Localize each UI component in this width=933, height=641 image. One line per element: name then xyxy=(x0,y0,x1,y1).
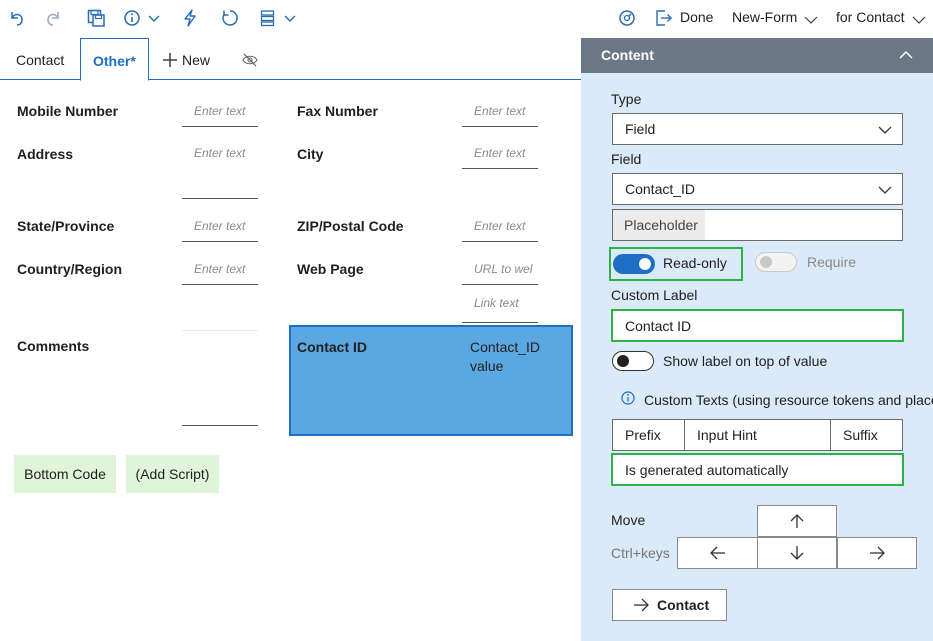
selected-field-label: Contact ID xyxy=(297,339,367,355)
ctrl-keys-label: Ctrl+keys xyxy=(611,545,670,561)
exit-icon[interactable] xyxy=(655,8,673,28)
save-icon[interactable] xyxy=(87,8,105,28)
city-input[interactable]: Enter text xyxy=(462,145,538,169)
field-label-fax-number: Fax Number xyxy=(297,103,378,119)
web-page-url-input[interactable]: URL to wel xyxy=(462,261,538,285)
redo-icon[interactable] xyxy=(46,8,62,28)
goto-contact-button[interactable]: Contact xyxy=(612,589,727,621)
type-select[interactable]: Field xyxy=(612,113,903,145)
placeholder-input[interactable] xyxy=(705,210,902,240)
prefix-input[interactable]: Prefix xyxy=(612,419,685,451)
gauge-icon[interactable] xyxy=(618,8,636,28)
selected-field-value-line2: value xyxy=(470,358,504,374)
fax-number-input[interactable]: Enter text xyxy=(462,103,538,127)
field-select[interactable]: Contact_ID xyxy=(612,173,903,205)
chevron-down-icon xyxy=(804,10,818,30)
plus-icon[interactable] xyxy=(163,53,177,67)
arrow-up-icon xyxy=(790,514,804,528)
selected-field-value-line1: Contact_ID xyxy=(470,339,541,355)
zip-postal-code-input[interactable]: Enter text xyxy=(462,218,538,242)
chevron-down-icon xyxy=(912,10,926,30)
placeholder-row: Placeholder xyxy=(612,209,903,241)
type-label: Type xyxy=(611,91,642,107)
info-icon xyxy=(621,391,635,405)
country-region-input[interactable]: Enter text xyxy=(182,261,258,285)
field-label-country-region: Country/Region xyxy=(17,261,122,277)
chevron-down-icon xyxy=(878,185,892,195)
arrow-left-icon xyxy=(709,546,725,560)
field-label-city: City xyxy=(297,146,324,162)
field-label-address: Address xyxy=(17,146,74,162)
require-toggle[interactable] xyxy=(755,252,797,272)
readonly-toggle[interactable] xyxy=(613,254,655,274)
tab-new[interactable]: New xyxy=(182,38,210,80)
lightning-icon[interactable] xyxy=(182,8,198,28)
readonly-label: Read-only xyxy=(663,255,727,271)
bottom-code-button[interactable]: Bottom Code xyxy=(14,455,116,493)
field-label: Field xyxy=(611,151,642,167)
show-label-top-toggle[interactable] xyxy=(612,351,654,371)
address-input[interactable]: Enter text xyxy=(182,145,258,199)
field-select-value: Contact_ID xyxy=(625,181,696,197)
field-label-mobile-number: Mobile Number xyxy=(17,103,119,119)
tab-other[interactable]: Other* xyxy=(80,38,149,81)
toggle-knob xyxy=(760,256,772,268)
toggle-knob xyxy=(639,258,651,270)
suffix-input[interactable]: Suffix xyxy=(830,419,903,451)
selected-field-contact-id[interactable]: Contact ID Contact_ID value xyxy=(289,325,573,436)
state-province-input[interactable]: Enter text xyxy=(182,218,258,242)
move-label: Move xyxy=(611,512,646,528)
chevron-down-icon xyxy=(878,125,892,135)
target-dropdown[interactable]: for Contact xyxy=(836,9,904,25)
comments-textarea[interactable] xyxy=(182,330,258,426)
hidden-eye-icon[interactable] xyxy=(242,53,258,67)
content-panel: Content Type Field Field Contact_ID Plac… xyxy=(581,38,933,641)
mobile-number-input[interactable]: Enter text xyxy=(182,103,258,127)
toggle-knob xyxy=(617,355,629,367)
toolbar: Done New-Form for Contact xyxy=(0,0,933,38)
done-button[interactable]: Done xyxy=(680,9,713,25)
require-label: Require xyxy=(807,254,857,270)
field-label-state-province: State/Province xyxy=(17,218,115,234)
form-dropdown[interactable]: New-Form xyxy=(732,9,797,25)
panel-header: Content xyxy=(581,38,933,73)
move-down-button[interactable] xyxy=(757,537,837,569)
readonly-group: Read-only xyxy=(609,247,743,281)
tab-contact[interactable]: Contact xyxy=(16,38,64,80)
type-select-value: Field xyxy=(625,121,656,137)
custom-texts-label: Custom Texts (using resource tokens and … xyxy=(644,392,933,408)
tab-bar: Contact Other* New xyxy=(0,38,581,81)
input-hint-input[interactable]: Input Hint xyxy=(684,419,831,451)
arrow-right-icon xyxy=(634,598,649,612)
move-left-button[interactable] xyxy=(677,537,758,569)
move-up-button[interactable] xyxy=(757,505,837,537)
custom-label-input[interactable]: Contact ID xyxy=(611,309,904,342)
arrow-right-icon xyxy=(870,546,885,560)
web-page-link-text-input[interactable]: Link text xyxy=(462,295,538,323)
undo-icon[interactable] xyxy=(8,8,24,28)
field-label-zip-postal-code: ZIP/Postal Code xyxy=(297,218,404,234)
layout-dropdown-icon[interactable] xyxy=(260,8,298,28)
move-right-button[interactable] xyxy=(837,537,917,569)
show-label-top-label: Show label on top of value xyxy=(663,353,828,369)
placeholder-label: Placeholder xyxy=(613,210,705,240)
arrow-down-icon xyxy=(790,546,804,560)
info-dropdown-icon[interactable] xyxy=(124,8,160,28)
refresh-icon[interactable] xyxy=(221,8,239,28)
field-label-web-page: Web Page xyxy=(297,261,364,277)
form-canvas: Contact Other* New Mobile Number Enter t… xyxy=(0,38,581,641)
field-label-comments: Comments xyxy=(17,338,90,354)
goto-contact-label: Contact xyxy=(657,597,710,613)
collapse-chevron-icon[interactable] xyxy=(899,50,913,60)
add-script-button[interactable]: (Add Script) xyxy=(126,455,219,493)
auto-text-input[interactable]: Is generated automatically xyxy=(611,453,904,486)
panel-title: Content xyxy=(601,47,654,63)
custom-label-label: Custom Label xyxy=(611,287,698,303)
